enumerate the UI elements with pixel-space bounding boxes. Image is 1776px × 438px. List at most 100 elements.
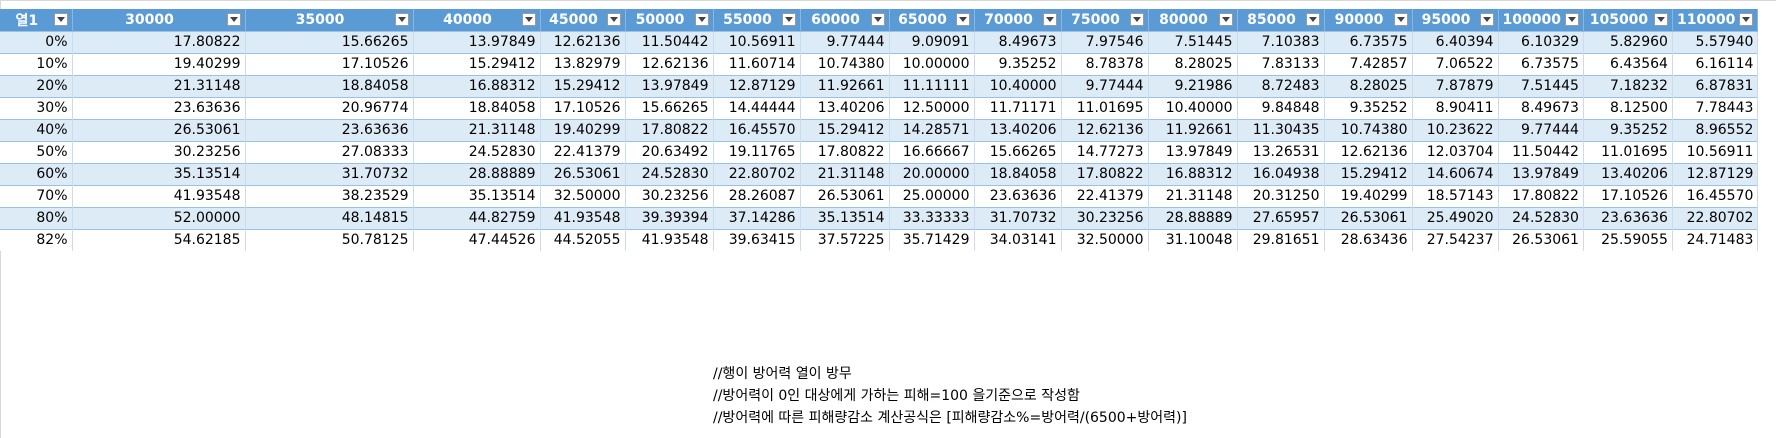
value-cell[interactable]: 17.80822 [1061,162,1149,185]
value-cell[interactable]: 20.00000 [889,162,975,185]
value-cell[interactable]: 19.11765 [713,140,801,163]
value-cell[interactable]: 44.52055 [540,228,626,251]
value-cell[interactable]: 48.14815 [245,206,414,229]
value-cell[interactable]: 31.70732 [245,162,414,185]
value-cell[interactable]: 32.50000 [540,184,626,207]
value-cell[interactable]: 6.43564 [1583,52,1673,75]
value-cell[interactable]: 16.66667 [889,140,975,163]
value-cell[interactable]: 11.50442 [1498,140,1584,163]
value-cell[interactable]: 13.40206 [974,118,1062,141]
value-cell[interactable]: 6.40394 [1412,30,1499,53]
value-cell[interactable]: 17.80822 [800,140,890,163]
value-cell[interactable]: 30.23256 [72,140,246,163]
value-cell[interactable]: 13.97849 [1498,162,1584,185]
value-cell[interactable]: 10.00000 [889,52,975,75]
row-label-cell[interactable]: 40% [0,118,73,141]
value-cell[interactable]: 14.28571 [889,118,975,141]
value-cell[interactable]: 18.84058 [413,96,541,119]
value-cell[interactable]: 6.16114 [1672,52,1759,75]
filter-dropdown-icon[interactable] [1479,13,1494,26]
value-cell[interactable]: 8.49673 [1498,96,1584,119]
value-cell[interactable]: 8.78378 [1061,52,1149,75]
value-cell[interactable]: 11.60714 [713,52,801,75]
value-cell[interactable]: 27.08333 [245,140,414,163]
value-cell[interactable]: 50.78125 [245,228,414,251]
value-cell[interactable]: 8.12500 [1583,96,1673,119]
value-cell[interactable]: 30.23256 [1061,206,1149,229]
value-cell[interactable]: 23.63636 [974,184,1062,207]
value-cell[interactable]: 27.54237 [1412,228,1499,251]
value-cell[interactable]: 26.53061 [1324,206,1413,229]
value-cell[interactable]: 12.87129 [1672,162,1759,185]
value-cell[interactable]: 17.10526 [1583,184,1673,207]
value-cell[interactable]: 41.93548 [72,184,246,207]
value-cell[interactable]: 11.92661 [1148,118,1238,141]
value-cell[interactable]: 8.96552 [1672,118,1759,141]
value-cell[interactable]: 7.78443 [1672,96,1759,119]
filter-dropdown-icon[interactable] [1305,13,1320,26]
value-cell[interactable]: 41.93548 [540,206,626,229]
value-cell[interactable]: 6.87831 [1672,74,1759,97]
row-label-cell[interactable]: 20% [0,74,73,97]
value-cell[interactable]: 22.80702 [713,162,801,185]
filter-dropdown-icon[interactable] [870,13,885,26]
column-header[interactable]: 50000 [625,9,714,31]
value-cell[interactable]: 23.63636 [245,118,414,141]
value-cell[interactable]: 17.80822 [72,30,246,53]
value-cell[interactable]: 15.29412 [1324,162,1413,185]
value-cell[interactable]: 30.23256 [625,184,714,207]
column-header[interactable]: 30000 [72,9,246,31]
filter-dropdown-icon[interactable] [1218,13,1233,26]
value-cell[interactable]: 26.53061 [72,118,246,141]
row-label-cell[interactable]: 50% [0,140,73,163]
value-cell[interactable]: 9.77444 [800,30,890,53]
value-cell[interactable]: 18.84058 [974,162,1062,185]
value-cell[interactable]: 10.23622 [1412,118,1499,141]
value-cell[interactable]: 24.71483 [1672,228,1759,251]
value-cell[interactable]: 12.62136 [540,30,626,53]
filter-dropdown-icon[interactable] [521,13,536,26]
value-cell[interactable]: 24.52830 [625,162,714,185]
value-cell[interactable]: 44.82759 [413,206,541,229]
value-cell[interactable]: 13.97849 [1148,140,1238,163]
value-cell[interactable]: 9.35252 [1324,96,1413,119]
value-cell[interactable]: 22.41379 [1061,184,1149,207]
value-cell[interactable]: 28.63436 [1324,228,1413,251]
value-cell[interactable]: 6.73575 [1498,52,1584,75]
value-cell[interactable]: 11.71171 [974,96,1062,119]
value-cell[interactable]: 9.77444 [1061,74,1149,97]
filter-dropdown-icon[interactable] [53,13,68,26]
value-cell[interactable]: 5.57940 [1672,30,1759,53]
column-header[interactable]: 65000 [889,9,975,31]
value-cell[interactable]: 9.77444 [1498,118,1584,141]
value-cell[interactable]: 12.50000 [889,96,975,119]
value-cell[interactable]: 7.83133 [1237,52,1325,75]
value-cell[interactable]: 38.23529 [245,184,414,207]
column-header[interactable]: 60000 [800,9,890,31]
value-cell[interactable]: 24.52830 [413,140,541,163]
column-header[interactable]: 85000 [1237,9,1325,31]
value-cell[interactable]: 14.44444 [713,96,801,119]
value-cell[interactable]: 29.81651 [1237,228,1325,251]
value-cell[interactable]: 12.87129 [713,74,801,97]
value-cell[interactable]: 15.29412 [413,52,541,75]
value-cell[interactable]: 13.40206 [800,96,890,119]
value-cell[interactable]: 14.77273 [1061,140,1149,163]
column-header[interactable]: 95000 [1412,9,1499,31]
filter-dropdown-icon[interactable] [694,13,709,26]
column-header[interactable]: 75000 [1061,9,1149,31]
filter-dropdown-icon[interactable] [1564,13,1579,26]
value-cell[interactable]: 24.52830 [1498,206,1584,229]
value-cell[interactable]: 39.39394 [625,206,714,229]
value-cell[interactable]: 8.28025 [1324,74,1413,97]
value-cell[interactable]: 10.40000 [974,74,1062,97]
row-label-cell[interactable]: 0% [0,30,73,53]
value-cell[interactable]: 26.53061 [800,184,890,207]
value-cell[interactable]: 15.29412 [540,74,626,97]
column-header[interactable]: 90000 [1324,9,1413,31]
row-label-cell[interactable]: 70% [0,184,73,207]
value-cell[interactable]: 9.21986 [1148,74,1238,97]
value-cell[interactable]: 11.92661 [800,74,890,97]
filter-dropdown-icon[interactable] [781,13,796,26]
value-cell[interactable]: 15.29412 [800,118,890,141]
